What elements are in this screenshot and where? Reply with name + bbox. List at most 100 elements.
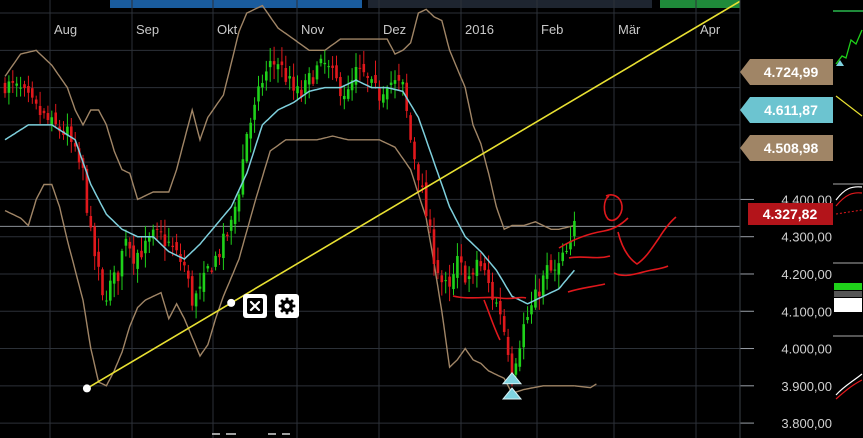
candle-up <box>241 159 245 195</box>
candle-up <box>534 289 537 308</box>
candle-down <box>272 61 276 65</box>
candle-down <box>448 276 451 287</box>
candle-down <box>374 74 377 84</box>
candle-down <box>471 272 475 275</box>
candle-up <box>112 272 116 284</box>
candle-up <box>444 280 447 282</box>
candle-down <box>479 261 483 267</box>
candle-up <box>268 60 272 68</box>
mini-histogram <box>834 283 862 290</box>
candle-up <box>526 316 529 321</box>
candle-down <box>190 276 194 306</box>
candle-up <box>206 266 210 269</box>
candle-down <box>311 77 315 84</box>
x-axis-labels: Aug Sep Okt Nov Dez 2016 Feb Mär Apr <box>54 22 721 37</box>
candle-up <box>370 79 373 83</box>
candle-down <box>140 250 143 258</box>
candle-up <box>354 67 358 85</box>
candle-up <box>105 300 108 302</box>
candle-down <box>116 272 120 282</box>
candle-down <box>502 316 506 332</box>
status-strip-mark <box>212 433 220 435</box>
candle-down <box>27 86 30 93</box>
candle-up <box>253 104 256 120</box>
candle-up <box>315 65 319 80</box>
candle-up <box>467 276 471 280</box>
candle-down <box>46 113 50 121</box>
candle-up <box>304 80 307 94</box>
candle-down <box>506 336 510 355</box>
drawing-settings-button[interactable] <box>275 294 299 318</box>
candle-up <box>50 117 54 125</box>
candle-down <box>97 251 100 267</box>
candle-up <box>307 73 311 85</box>
candle-down <box>89 216 93 228</box>
candle-down <box>171 245 174 248</box>
candle-up <box>452 274 455 290</box>
candle-up <box>522 324 525 348</box>
candle-down <box>428 219 432 226</box>
triangle-up-icon <box>501 387 523 400</box>
price-chart[interactable]: Aug Sep Okt Nov Dez 2016 Feb Mär Apr 4.400,004.3… <box>0 0 863 438</box>
candle-down <box>358 67 362 69</box>
triangle-up-icon <box>501 371 523 385</box>
delete-drawing-button[interactable] <box>243 294 267 318</box>
candle-down <box>42 110 46 114</box>
candle-down <box>132 245 135 264</box>
candle-up <box>346 89 350 99</box>
candle-up <box>545 265 549 279</box>
candle-up <box>553 269 557 271</box>
candle-up <box>393 80 397 84</box>
mini-histogram <box>834 298 862 312</box>
candle-up <box>401 81 405 85</box>
candle-down <box>155 228 159 230</box>
candle-down <box>218 253 221 258</box>
candle-up <box>475 259 479 276</box>
annotation-stroke <box>452 295 527 300</box>
y-tick-label: 4.100,00 <box>781 304 832 319</box>
candle-up <box>530 305 533 315</box>
x-tick-label: Feb <box>541 22 563 37</box>
freehand-annotations <box>452 194 677 341</box>
candle-down <box>487 269 490 284</box>
candle-up <box>514 363 518 375</box>
candle-down <box>366 76 369 78</box>
candle-up <box>382 94 385 103</box>
trendline-handle-point <box>227 298 236 307</box>
candle-down <box>378 88 381 101</box>
candle-down <box>538 291 541 297</box>
price-tag-label: 4.508,98 <box>764 140 819 156</box>
candle-down <box>284 68 288 82</box>
candle-up <box>249 122 252 139</box>
candle-down <box>159 231 163 233</box>
candle-up <box>573 220 576 237</box>
x-tick-label: Okt <box>217 22 238 37</box>
candle-down <box>463 265 467 283</box>
x-tick-label: Sep <box>136 22 159 37</box>
candle-up <box>202 272 206 292</box>
x-tick-label: Mär <box>618 22 641 37</box>
candle-up <box>257 86 260 102</box>
status-strip-mark <box>226 433 236 435</box>
candle-down <box>226 234 229 237</box>
candle-down <box>417 164 420 181</box>
candle-down <box>440 275 444 283</box>
candle-down <box>187 270 190 279</box>
candle-down <box>93 226 96 257</box>
candle-up <box>323 62 327 65</box>
price-tag-label: 4.327,82 <box>763 206 818 222</box>
candle-up <box>261 82 264 88</box>
candle-down <box>175 242 178 251</box>
candle-up <box>265 71 268 81</box>
status-strip-mark <box>268 433 276 435</box>
trendline <box>86 0 743 390</box>
x-tick-label: 2016 <box>465 22 494 37</box>
candle-down <box>34 99 38 104</box>
candle-up <box>109 280 112 301</box>
candle-up <box>296 86 299 94</box>
candle-up <box>385 88 389 100</box>
annotation-stroke <box>568 255 611 259</box>
candle-up <box>222 233 225 259</box>
candle-down <box>11 80 15 83</box>
candle-up <box>518 348 522 367</box>
